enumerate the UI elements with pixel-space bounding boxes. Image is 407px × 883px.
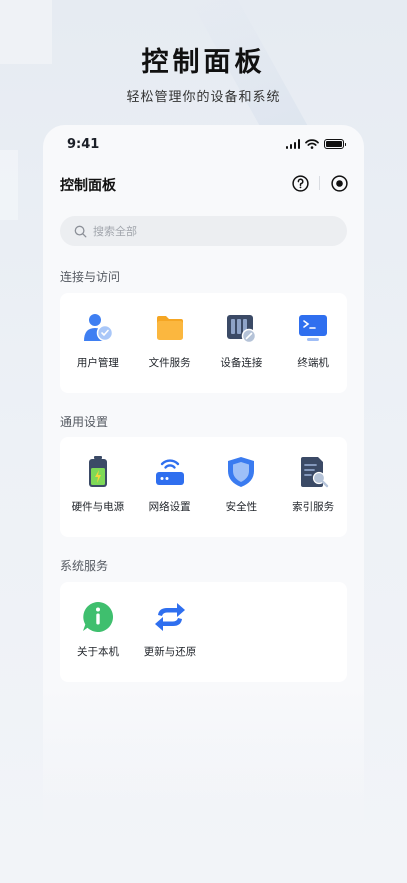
status-icons	[285, 139, 346, 149]
section-title-system: 系统服务	[60, 559, 109, 573]
tile-label: 更新与还原	[143, 646, 197, 658]
signal-icon	[285, 139, 300, 149]
hero-title: 控制面板	[141, 47, 266, 78]
help-button[interactable]	[291, 174, 309, 192]
tile-update-restore[interactable]: 更新与还原	[136, 600, 204, 682]
background-decoration	[0, 150, 18, 220]
tile-about[interactable]: 关于本机	[64, 600, 132, 682]
section-card-connection: 用户管理 文件服务 设备连接 终端机	[60, 293, 347, 393]
tile-label: 终端机	[297, 357, 329, 369]
user-icon	[83, 314, 114, 342]
refresh-icon	[155, 603, 185, 631]
header-actions	[291, 174, 348, 192]
section-title-connection: 连接与访问	[60, 270, 121, 284]
tile-hardware-power[interactable]: 硬件与电源	[64, 455, 132, 537]
search-input[interactable]	[93, 224, 313, 238]
help-icon	[291, 174, 309, 192]
section-card-system: 关于本机 更新与还原	[60, 582, 347, 682]
battery-status-icon	[324, 139, 346, 149]
terminal-icon	[299, 315, 328, 341]
tile-label: 用户管理	[76, 357, 119, 369]
router-icon	[155, 459, 184, 485]
target-icon	[330, 174, 348, 192]
tile-label: 设备连接	[220, 357, 263, 369]
search-bar[interactable]	[60, 216, 347, 246]
status-bar: 9:41	[43, 125, 364, 165]
tile-label: 网络设置	[148, 501, 191, 513]
close-target-button[interactable]	[330, 174, 348, 192]
tile-device-connect[interactable]: 设备连接	[208, 311, 276, 393]
info-icon	[83, 602, 114, 632]
tile-label: 硬件与电源	[71, 501, 125, 513]
tile-security[interactable]: 安全性	[208, 455, 276, 537]
folder-icon	[156, 316, 183, 340]
tile-user-management[interactable]: 用户管理	[64, 311, 132, 393]
section-card-general: 硬件与电源 网络设置 安全性 索引服务	[60, 437, 347, 537]
nas-icon	[227, 315, 257, 344]
tile-file-service[interactable]: 文件服务	[136, 311, 204, 393]
tile-label: 关于本机	[77, 646, 119, 658]
status-time: 9:41	[67, 137, 100, 152]
shield-icon	[228, 457, 255, 487]
tile-index-service[interactable]: 索引服务	[279, 455, 347, 537]
wifi-icon	[305, 139, 319, 149]
header-divider	[319, 176, 320, 190]
tile-network-settings[interactable]: 网络设置	[136, 455, 204, 537]
hero-subtitle: 轻松管理你的设备和系统	[126, 90, 281, 105]
page-title: 控制面板	[60, 178, 116, 194]
phone-screen: 9:41 控制面板 搜索全部 连接与访问 用户管理 文件服务 设备连接 终端机 …	[43, 125, 364, 825]
battery-icon	[88, 456, 107, 487]
tile-label: 索引服务	[292, 501, 335, 513]
tile-label: 文件服务	[148, 357, 191, 369]
tile-label: 安全性	[225, 501, 258, 513]
search-icon	[74, 225, 87, 237]
index-search-icon	[301, 457, 329, 488]
tile-terminal[interactable]: 终端机	[279, 311, 347, 393]
section-title-general: 通用设置	[60, 415, 109, 429]
